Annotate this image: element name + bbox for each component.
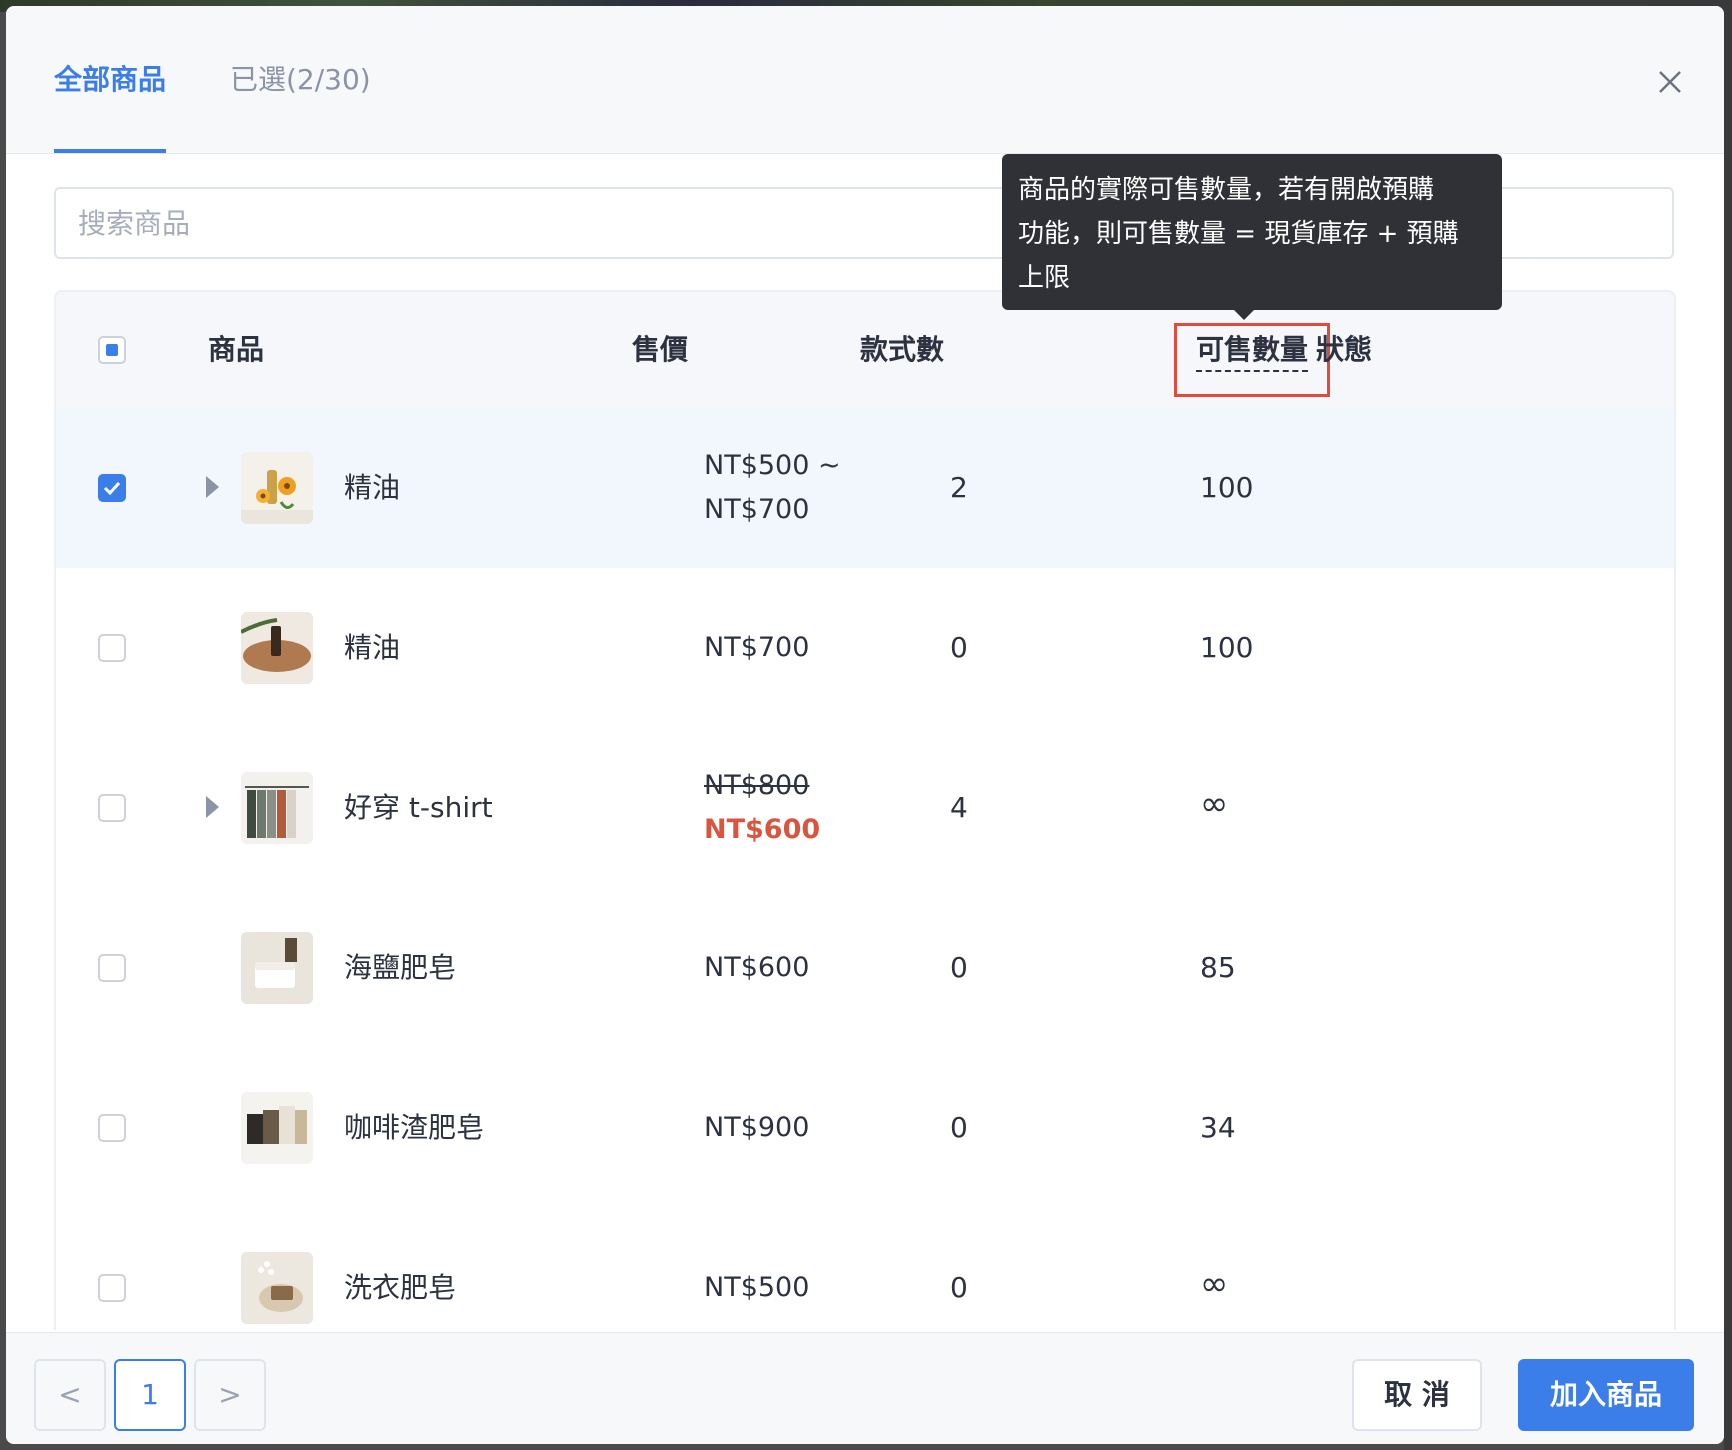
row-checkbox[interactable] <box>98 1274 126 1302</box>
header-product: 商品 <box>208 333 265 366</box>
product-thumbnail <box>241 772 313 844</box>
product-thumbnail <box>241 1092 313 1164</box>
variant-count: 2 <box>950 471 968 504</box>
sellable-qty: 85 <box>1200 951 1236 984</box>
product-thumbnail <box>241 452 313 524</box>
header-variants: 款式數 <box>860 333 945 366</box>
sellable-qty: 34 <box>1200 1111 1236 1144</box>
sellable-qty: ∞ <box>1200 1264 1229 1304</box>
next-page-button[interactable]: > <box>194 1359 266 1431</box>
tab-selected[interactable]: 已選(2/30) <box>230 62 371 98</box>
variant-count: 4 <box>950 791 968 824</box>
product-name: 精油 <box>344 631 401 664</box>
sale-price: NT$600 <box>704 814 821 845</box>
product-name: 咖啡渣肥皂 <box>344 1111 485 1144</box>
product-name: 精油 <box>344 471 401 504</box>
variant-count: 0 <box>950 951 968 984</box>
product-price: NT$500 <box>704 1272 810 1303</box>
price-range-start: NT$500 ~ <box>704 450 841 481</box>
product-name: 洗衣肥皂 <box>344 1271 457 1304</box>
product-price: NT$900 <box>704 1112 810 1143</box>
header-status: 狀態 <box>1316 333 1373 366</box>
product-picker-modal: 全部商品 已選(2/30) 商品 售價 款式數 可售數量 狀態 <box>6 6 1724 1444</box>
select-all-checkbox[interactable] <box>98 336 126 364</box>
product-price: NT$500 ~ NT$700 <box>704 444 841 532</box>
row-checkbox[interactable] <box>98 954 126 982</box>
sellable-qty: 100 <box>1200 471 1254 504</box>
tooltip-line: 功能，則可售數量 = 現貨庫存 + 預購 <box>1018 219 1459 249</box>
prev-page-button[interactable]: < <box>34 1359 106 1431</box>
table-row[interactable]: 咖啡渣肥皂 NT$900 0 34 <box>56 1048 1674 1209</box>
row-checkbox[interactable] <box>98 1114 126 1142</box>
table-row[interactable]: 好穿 t-shirt NT$800 NT$600 4 ∞ <box>56 728 1674 889</box>
product-thumbnail <box>241 612 313 684</box>
row-checkbox[interactable] <box>98 634 126 662</box>
tab-all-products[interactable]: 全部商品 <box>54 62 166 98</box>
row-checkbox[interactable] <box>98 794 126 822</box>
tooltip-line: 商品的實際可售數量，若有開啟預購 <box>1018 175 1435 205</box>
cancel-button[interactable]: 取 消 <box>1352 1359 1482 1431</box>
page-number-button[interactable]: 1 <box>114 1359 186 1431</box>
active-tab-indicator <box>54 149 166 153</box>
modal-footer: < 1 > 取 消 加入商品 <box>6 1332 1724 1444</box>
table-row[interactable]: 精油 NT$500 ~ NT$700 2 100 <box>56 408 1674 569</box>
product-price: NT$700 <box>704 632 810 663</box>
expand-caret-icon[interactable] <box>206 796 219 818</box>
expand-caret-icon[interactable] <box>206 476 219 498</box>
add-products-button[interactable]: 加入商品 <box>1518 1359 1694 1431</box>
sellable-qty-tooltip: 商品的實際可售數量，若有開啟預購 功能，則可售數量 = 現貨庫存 + 預購 上限 <box>1002 154 1502 320</box>
product-price: NT$600 <box>704 952 810 983</box>
header-price: 售價 <box>632 333 689 366</box>
product-table: 商品 售價 款式數 可售數量 狀態 精油 NT$500 ~ NT$700 2 1… <box>54 290 1676 1330</box>
product-thumbnail <box>241 1252 313 1324</box>
product-thumbnail <box>241 932 313 1004</box>
variant-count: 0 <box>950 1111 968 1144</box>
header-sellable-qty[interactable]: 可售數量 <box>1196 332 1309 372</box>
original-price: NT$800 <box>704 770 810 801</box>
price-range-end: NT$700 <box>704 494 810 525</box>
modal-header: 全部商品 已選(2/30) <box>6 6 1724 154</box>
variant-count: 0 <box>950 1271 968 1304</box>
background-edge <box>1724 0 1732 1450</box>
close-icon[interactable] <box>1650 62 1690 102</box>
product-name: 海鹽肥皂 <box>344 951 457 984</box>
variant-count: 0 <box>950 631 968 664</box>
table-row[interactable]: 海鹽肥皂 NT$600 0 85 <box>56 888 1674 1049</box>
sellable-qty: ∞ <box>1200 784 1229 824</box>
table-row[interactable]: 洗衣肥皂 NT$500 0 ∞ <box>56 1208 1674 1330</box>
table-row[interactable]: 精油 NT$700 0 100 <box>56 568 1674 729</box>
sellable-qty: 100 <box>1200 631 1254 664</box>
product-name: 好穿 t-shirt <box>344 791 493 824</box>
tooltip-line: 上限 <box>1018 263 1071 293</box>
row-checkbox[interactable] <box>98 474 126 502</box>
product-price: NT$800 NT$600 <box>704 764 820 852</box>
